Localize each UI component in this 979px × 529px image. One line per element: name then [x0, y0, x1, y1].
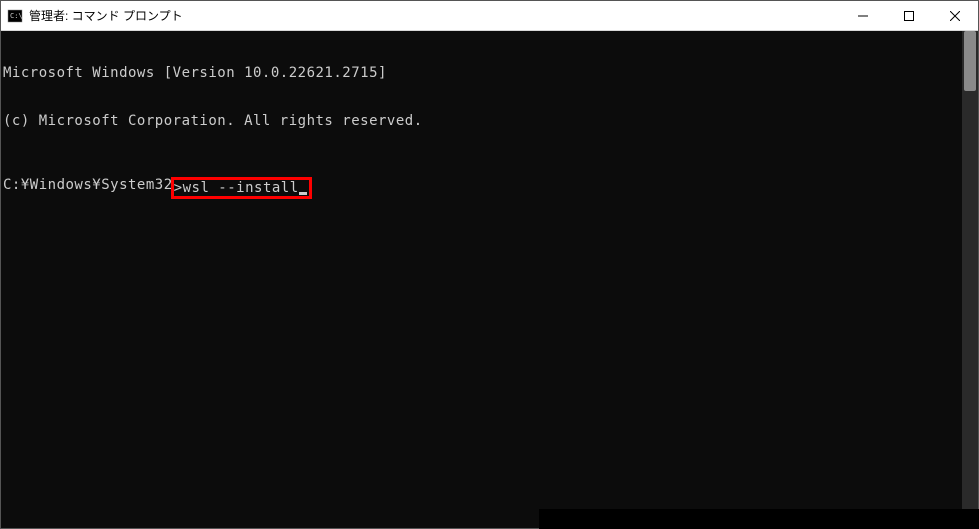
cmd-icon: C:\ [7, 8, 23, 24]
output-line: Microsoft Windows [Version 10.0.22621.27… [3, 65, 962, 81]
minimize-button[interactable] [840, 1, 886, 30]
command-prompt-window: C:\ 管理者: コマンド プロンプト Microsoft Windows [V… [0, 0, 979, 529]
command-highlight: >wsl --install [171, 177, 312, 199]
maximize-button[interactable] [886, 1, 932, 30]
text-cursor [299, 192, 307, 195]
close-button[interactable] [932, 1, 978, 30]
titlebar[interactable]: C:\ 管理者: コマンド プロンプト [1, 1, 978, 31]
terminal-content[interactable]: Microsoft Windows [Version 10.0.22621.27… [1, 31, 962, 528]
typed-command: wsl --install [183, 180, 299, 196]
scrollbar-thumb[interactable] [964, 31, 976, 91]
prompt-path: C:¥Windows¥System32 [3, 177, 173, 193]
output-line: (c) Microsoft Corporation. All rights re… [3, 113, 962, 129]
svg-text:C:\: C:\ [10, 12, 23, 20]
terminal-area[interactable]: Microsoft Windows [Version 10.0.22621.27… [1, 31, 978, 528]
window-title: 管理者: コマンド プロンプト [29, 7, 840, 24]
prompt-line: C:¥Windows¥System32>wsl --install [3, 177, 962, 199]
prompt-char: > [174, 180, 183, 196]
vertical-scrollbar[interactable] [962, 31, 978, 528]
bottom-overlay [539, 509, 979, 529]
window-controls [840, 1, 978, 30]
